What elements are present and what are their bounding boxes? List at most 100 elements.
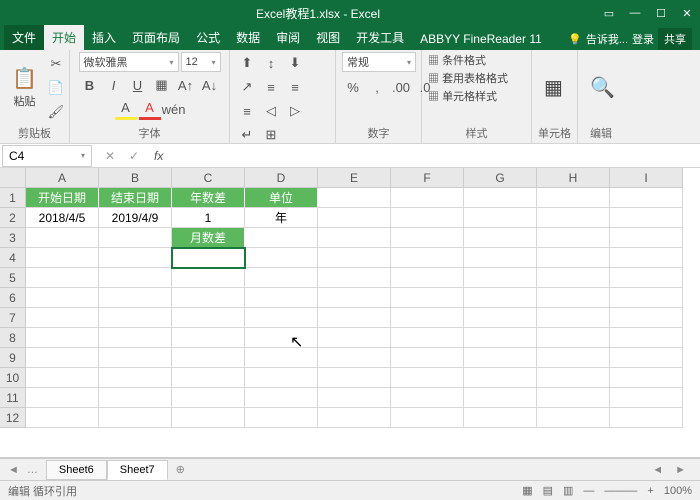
cell-E5[interactable]: [318, 268, 391, 288]
tab-file[interactable]: 文件: [4, 25, 44, 50]
row-header-5[interactable]: 5: [0, 268, 26, 288]
cell-H9[interactable]: [537, 348, 610, 368]
tab-dev[interactable]: 开发工具: [348, 25, 412, 50]
zoom-out-icon[interactable]: —: [583, 485, 594, 497]
cell-C7[interactable]: [172, 308, 245, 328]
col-header-B[interactable]: B: [99, 168, 172, 188]
cell-C8[interactable]: [172, 328, 245, 348]
sheet-tab-1[interactable]: Sheet6: [46, 460, 107, 480]
cell-G8[interactable]: [464, 328, 537, 348]
cell-G10[interactable]: [464, 368, 537, 388]
row-header-12[interactable]: 12: [0, 408, 26, 428]
cell-E2[interactable]: [318, 208, 391, 228]
cell-F12[interactable]: [391, 408, 464, 428]
minimize-icon[interactable]: —: [622, 0, 648, 26]
cell-B11[interactable]: [99, 388, 172, 408]
indent-increase-icon[interactable]: ▷: [284, 100, 306, 122]
cell-B4[interactable]: [99, 248, 172, 268]
row-header-11[interactable]: 11: [0, 388, 26, 408]
tab-view[interactable]: 视图: [308, 25, 348, 50]
cell-H1[interactable]: [537, 188, 610, 208]
cell-I3[interactable]: [610, 228, 683, 248]
cells-button[interactable]: ▦: [538, 71, 569, 104]
cell-I10[interactable]: [610, 368, 683, 388]
row-header-10[interactable]: 10: [0, 368, 26, 388]
border-button[interactable]: ▦: [151, 74, 173, 96]
comma-icon[interactable]: ,: [366, 76, 388, 98]
tab-layout[interactable]: 页面布局: [124, 25, 188, 50]
cell-A1[interactable]: 开始日期: [26, 188, 99, 208]
cell-H7[interactable]: [537, 308, 610, 328]
format-table-button[interactable]: ▦ 套用表格格式: [428, 70, 508, 86]
cell-H10[interactable]: [537, 368, 610, 388]
login-button[interactable]: 登录: [632, 31, 654, 47]
fill-color-button[interactable]: A: [115, 98, 137, 120]
cell-A5[interactable]: [26, 268, 99, 288]
cell-D6[interactable]: [245, 288, 318, 308]
confirm-formula-icon[interactable]: ✓: [122, 145, 146, 167]
cell-C3[interactable]: 月数差: [172, 228, 245, 248]
cancel-formula-icon[interactable]: ✕: [98, 145, 122, 167]
cell-D2[interactable]: 年: [245, 208, 318, 228]
cell-B10[interactable]: [99, 368, 172, 388]
tab-formula[interactable]: 公式: [188, 25, 228, 50]
cell-C1[interactable]: 年数差: [172, 188, 245, 208]
cell-E10[interactable]: [318, 368, 391, 388]
cell-D1[interactable]: 单位: [245, 188, 318, 208]
conditional-format-button[interactable]: ▦ 条件格式: [428, 52, 486, 68]
tab-home[interactable]: 开始: [44, 25, 84, 50]
cell-I5[interactable]: [610, 268, 683, 288]
align-top-icon[interactable]: ⬆: [236, 52, 258, 74]
sheet-nav-first-icon[interactable]: ◄: [4, 464, 23, 476]
increase-font-icon[interactable]: A↑: [175, 74, 197, 96]
cell-G6[interactable]: [464, 288, 537, 308]
cell-D9[interactable]: [245, 348, 318, 368]
col-header-A[interactable]: A: [26, 168, 99, 188]
maximize-icon[interactable]: ☐: [648, 0, 674, 26]
view-break-icon[interactable]: ▥: [563, 484, 573, 497]
paste-button[interactable]: 📋 粘贴: [6, 62, 43, 113]
cell-A6[interactable]: [26, 288, 99, 308]
tab-abbyy[interactable]: ABBYY FineReader 11: [412, 28, 550, 50]
cell-F8[interactable]: [391, 328, 464, 348]
cell-F6[interactable]: [391, 288, 464, 308]
formula-input[interactable]: [167, 145, 700, 167]
cell-A10[interactable]: [26, 368, 99, 388]
cell-G9[interactable]: [464, 348, 537, 368]
hscroll-right-icon[interactable]: ►: [669, 464, 692, 476]
cell-B6[interactable]: [99, 288, 172, 308]
cell-D4[interactable]: [245, 248, 318, 268]
decrease-font-icon[interactable]: A↓: [199, 74, 221, 96]
spreadsheet-grid[interactable]: ↖ ABCDEFGHI1开始日期结束日期年数差单位22018/4/52019/4…: [0, 168, 700, 458]
row-header-2[interactable]: 2: [0, 208, 26, 228]
italic-button[interactable]: I: [103, 74, 125, 96]
cut-icon[interactable]: ✂: [45, 53, 67, 75]
row-header-3[interactable]: 3: [0, 228, 26, 248]
cell-F7[interactable]: [391, 308, 464, 328]
cell-H8[interactable]: [537, 328, 610, 348]
cell-F11[interactable]: [391, 388, 464, 408]
tab-data[interactable]: 数据: [228, 25, 268, 50]
cell-B12[interactable]: [99, 408, 172, 428]
cell-E4[interactable]: [318, 248, 391, 268]
cell-H5[interactable]: [537, 268, 610, 288]
cell-B3[interactable]: [99, 228, 172, 248]
cell-C10[interactable]: [172, 368, 245, 388]
cell-G7[interactable]: [464, 308, 537, 328]
cell-I8[interactable]: [610, 328, 683, 348]
cell-F2[interactable]: [391, 208, 464, 228]
zoom-level[interactable]: 100%: [664, 485, 692, 497]
indent-decrease-icon[interactable]: ◁: [260, 100, 282, 122]
font-color-button[interactable]: A: [139, 98, 161, 120]
row-header-9[interactable]: 9: [0, 348, 26, 368]
cell-I6[interactable]: [610, 288, 683, 308]
cell-D10[interactable]: [245, 368, 318, 388]
cell-G12[interactable]: [464, 408, 537, 428]
cell-C6[interactable]: [172, 288, 245, 308]
sheet-tab-2[interactable]: Sheet7: [107, 460, 168, 480]
cell-A2[interactable]: 2018/4/5: [26, 208, 99, 228]
cell-C9[interactable]: [172, 348, 245, 368]
cell-D8[interactable]: [245, 328, 318, 348]
cell-F4[interactable]: [391, 248, 464, 268]
cell-D12[interactable]: [245, 408, 318, 428]
